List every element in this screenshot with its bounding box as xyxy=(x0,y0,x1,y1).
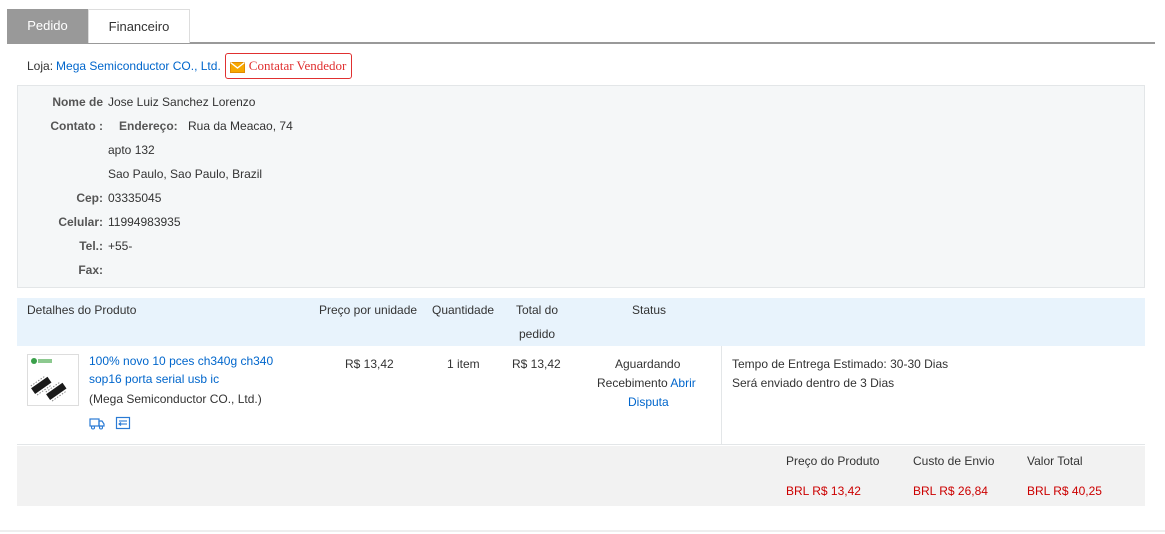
ship-value: 3 Dias xyxy=(860,376,895,390)
cep-value: 03335045 xyxy=(108,191,162,205)
store-name-link[interactable]: Mega Semiconductor CO., Ltd. xyxy=(56,59,221,73)
ship-within: Será enviado dentro de 3 Dias xyxy=(732,374,894,393)
unit-price: R$ 13,42 xyxy=(345,357,394,371)
store-label: Loja: xyxy=(27,59,54,73)
shipping-cost-label: Custo de Envio xyxy=(913,454,995,468)
column-divider xyxy=(721,346,722,445)
product-title-link[interactable]: 100% novo 10 pces ch340g ch340 sop16 por… xyxy=(89,352,304,388)
product-price-label: Preço do Produto xyxy=(786,454,880,468)
name-label: Nome de xyxy=(52,95,103,109)
tab-financeiro[interactable]: Financeiro xyxy=(88,9,190,43)
status-receipt-text: Recebimento xyxy=(597,376,668,390)
tab-pedido[interactable]: Pedido xyxy=(7,9,88,43)
delivery-label: Tempo de Entrega Estimado: xyxy=(732,357,887,371)
shipping-truck-icon[interactable] xyxy=(89,416,105,433)
contact-seller-label: Contatar Vendedor xyxy=(248,58,347,73)
total-value: BRL R$ 40,25 xyxy=(1027,484,1102,498)
address-line1: Rua da Meacao, 74 xyxy=(188,119,293,133)
order-total: R$ 13,42 xyxy=(512,357,561,371)
mobile-label: Celular: xyxy=(58,215,103,229)
quantity: 1 item xyxy=(447,357,480,371)
col-unit-price: Preço por unidade xyxy=(319,303,418,317)
snapshot-icon[interactable] xyxy=(115,416,131,433)
total-value-label: Valor Total xyxy=(1027,454,1083,468)
address-line3: Sao Paulo, Sao Paulo, Brazil xyxy=(108,167,263,181)
product-table-header: Detalhes do Produto Preço por unidade Qu… xyxy=(17,298,1145,346)
product-row: 100% novo 10 pces ch340g ch340 sop16 por… xyxy=(17,346,1145,445)
contact-label: Contato : xyxy=(50,119,103,133)
store-row: Loja: Mega Semiconductor CO., Ltd. Conta… xyxy=(27,53,353,79)
product-thumbnail[interactable] xyxy=(27,354,79,406)
order-tabs: Pedido Financeiro xyxy=(7,9,1155,44)
ship-label: Será enviado dentro de xyxy=(732,376,857,390)
open-dispute-link-cont[interactable]: Disputa xyxy=(628,393,669,412)
status-line2: Recebimento Abrir xyxy=(597,374,696,393)
col-order-total-line2: pedido xyxy=(519,327,556,341)
tel-label: Tel.: xyxy=(79,239,103,253)
address-label: Endereço: xyxy=(119,119,178,133)
bottom-divider xyxy=(0,530,1165,532)
col-status: Status xyxy=(632,303,667,317)
delivery-estimate: Tempo de Entrega Estimado: 30-30 Dias xyxy=(732,355,948,374)
col-order-total-line1: Total do xyxy=(516,303,559,317)
open-dispute-link[interactable]: Abrir xyxy=(670,376,695,390)
shipping-address-panel: Nome de Jose Luiz Sanchez Lorenzo Contat… xyxy=(17,85,1145,288)
status-line1: Aguardando xyxy=(615,357,681,371)
product-price-value: BRL R$ 13,42 xyxy=(786,484,861,498)
tel-value: +55- xyxy=(108,239,133,253)
mobile-value: 11994983935 xyxy=(108,215,181,229)
col-quantity: Quantidade xyxy=(432,303,495,317)
cep-label: Cep: xyxy=(76,191,103,205)
fax-label: Fax: xyxy=(78,263,103,277)
name-value: Jose Luiz Sanchez Lorenzo xyxy=(108,95,256,109)
product-seller: (Mega Semiconductor CO., Ltd.) xyxy=(89,392,262,406)
contact-seller-button[interactable]: Contatar Vendedor xyxy=(224,53,353,79)
order-totals: Preço do Produto Custo de Envio Valor To… xyxy=(17,446,1145,506)
shipping-cost-value: BRL R$ 26,84 xyxy=(913,484,988,498)
mail-icon xyxy=(229,61,245,73)
col-product-details: Detalhes do Produto xyxy=(27,303,137,317)
delivery-value: 30-30 Dias xyxy=(890,357,949,371)
address-line2: apto 132 xyxy=(108,143,155,157)
product-action-icons xyxy=(89,416,131,433)
